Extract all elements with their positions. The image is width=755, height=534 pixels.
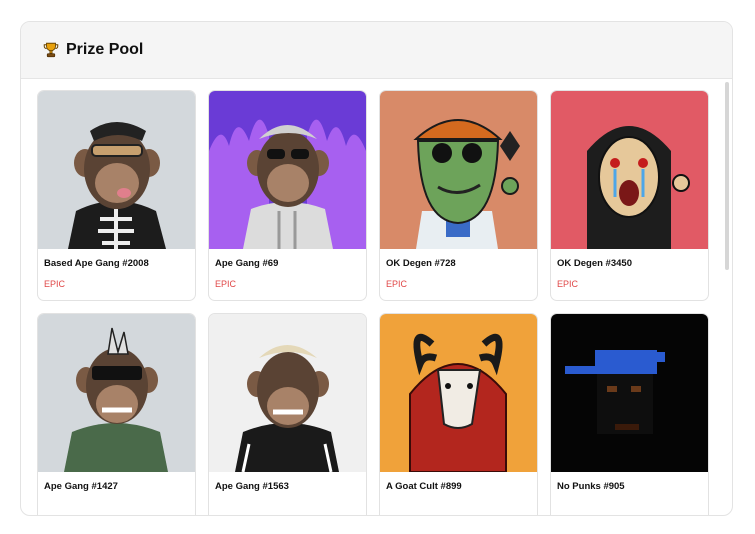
nft-name: Ape Gang #69 <box>215 258 279 269</box>
nft-name: No Punks #905 <box>557 481 625 492</box>
nft-card[interactable]: A Goat Cult #899 <box>379 313 538 515</box>
vertical-scrollbar[interactable] <box>725 82 729 270</box>
prize-grid-scroll-area[interactable]: Based Ape Gang #2008 EPIC Ape Gang #69 E… <box>21 79 732 515</box>
trophy-icon <box>43 42 59 58</box>
nft-card[interactable]: Ape Gang #1427 <box>37 313 196 515</box>
nft-name: Ape Gang #1563 <box>215 481 289 492</box>
prize-grid: Based Ape Gang #2008 EPIC Ape Gang #69 E… <box>37 90 709 515</box>
nft-image <box>380 314 537 472</box>
rarity-badge <box>209 493 366 502</box>
nft-card[interactable]: Ape Gang #69 EPIC <box>208 90 367 301</box>
nft-image <box>380 91 537 249</box>
nft-image <box>38 314 195 472</box>
rarity-badge: EPIC <box>386 279 408 289</box>
nft-card[interactable]: Ape Gang #1563 <box>208 313 367 515</box>
rarity-badge: EPIC <box>44 279 66 289</box>
nft-name: Ape Gang #1427 <box>44 481 118 492</box>
nft-name: A Goat Cult #899 <box>386 481 462 492</box>
nft-card[interactable]: Based Ape Gang #2008 EPIC <box>37 90 196 301</box>
rarity-badge <box>38 493 195 502</box>
nft-image <box>209 91 366 249</box>
rarity-badge: EPIC <box>215 279 237 289</box>
nft-image <box>551 314 708 472</box>
nft-image <box>38 91 195 249</box>
panel-header: Prize Pool <box>21 22 732 79</box>
nft-card[interactable]: OK Degen #728 EPIC <box>379 90 538 301</box>
nft-image <box>551 91 708 249</box>
nft-name: OK Degen #728 <box>386 258 456 269</box>
nft-image <box>209 314 366 472</box>
nft-card[interactable]: No Punks #905 <box>550 313 709 515</box>
nft-name: Based Ape Gang #2008 <box>44 258 149 269</box>
page-title: Prize Pool <box>66 41 144 58</box>
nft-card[interactable]: OK Degen #3450 EPIC <box>550 90 709 301</box>
rarity-badge <box>380 493 537 502</box>
rarity-badge: EPIC <box>557 279 579 289</box>
prize-pool-panel: Prize Pool Based Ape Gang #2008 EPIC Ape… <box>20 21 733 516</box>
rarity-badge <box>551 493 708 502</box>
nft-name: OK Degen #3450 <box>557 258 632 269</box>
